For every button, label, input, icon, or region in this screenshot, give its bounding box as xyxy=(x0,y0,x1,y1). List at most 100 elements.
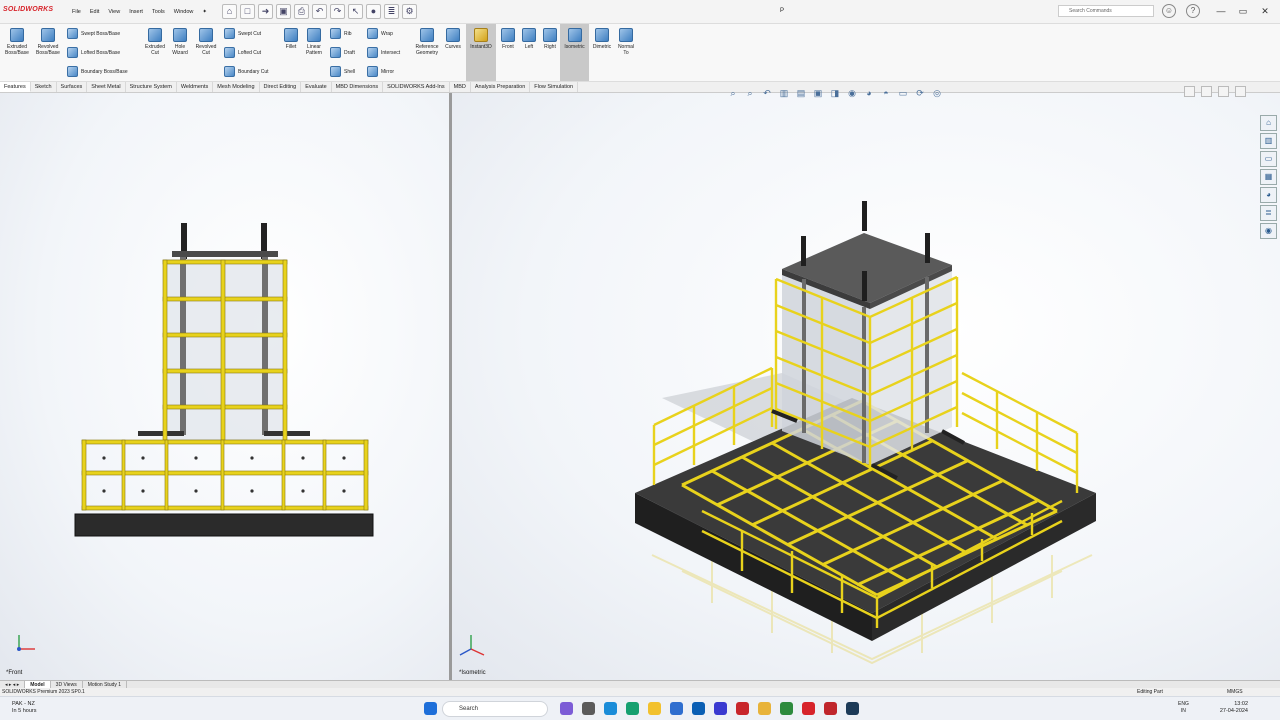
tab-direct-editing[interactable]: Direct Editing xyxy=(260,82,302,92)
minimize-icon[interactable]: — xyxy=(1214,4,1228,18)
draft-button[interactable]: Draft xyxy=(330,47,355,58)
store-icon[interactable] xyxy=(692,702,705,715)
design-library-icon[interactable]: ▥ xyxy=(1260,133,1277,149)
hide-show-icon[interactable]: ◉ xyxy=(845,86,859,100)
previous-view-icon[interactable]: ↶ xyxy=(760,86,774,100)
lofted-boss-button[interactable]: Lofted Boss/Base xyxy=(67,47,120,58)
menu-file[interactable]: File xyxy=(72,9,81,15)
intersect-button[interactable]: Intersect xyxy=(367,47,400,58)
forum-icon[interactable]: ◉ xyxy=(1260,223,1277,239)
dynamic-annotation-icon[interactable]: ▤ xyxy=(794,86,808,100)
appearances-icon[interactable]: ◕ xyxy=(1260,187,1277,203)
left-view-button[interactable]: Left xyxy=(520,28,538,50)
status-units[interactable]: MMGS xyxy=(1227,688,1243,696)
mirror-button[interactable]: Mirror xyxy=(367,66,394,77)
home-icon[interactable]: ⌂ xyxy=(222,4,237,19)
start-icon[interactable] xyxy=(424,702,437,715)
menu-view[interactable]: View xyxy=(108,9,120,15)
new-icon[interactable]: □ xyxy=(240,4,255,19)
hole-wizard-button[interactable]: Hole Wizard xyxy=(168,28,192,56)
tab-3d-views[interactable]: 3D Views xyxy=(51,681,83,688)
acrobat-icon[interactable] xyxy=(824,702,837,715)
file-explorer-icon[interactable]: ▭ xyxy=(1260,151,1277,167)
boundary-cut-button[interactable]: Boundary Cut xyxy=(224,66,269,77)
viewport-maximize-icon[interactable] xyxy=(1218,86,1229,97)
terminal-icon[interactable] xyxy=(846,702,859,715)
instant3d-button[interactable]: Instant3D xyxy=(466,24,496,81)
viewport-restore-icon[interactable] xyxy=(1184,86,1195,97)
swept-cut-button[interactable]: Swept Cut xyxy=(224,28,261,39)
user-icon[interactable]: ☺ xyxy=(1162,4,1176,18)
menu-window[interactable]: Window xyxy=(174,9,194,15)
tab-features[interactable]: Features xyxy=(0,82,31,92)
menu-insert[interactable]: Insert xyxy=(129,9,143,15)
solidworks-taskbar-icon[interactable] xyxy=(802,702,815,715)
tab-sheet-metal[interactable]: Sheet Metal xyxy=(87,82,126,92)
tab-evaluate[interactable]: Evaluate xyxy=(301,82,332,92)
edge-icon[interactable] xyxy=(604,702,617,715)
zoom-to-fit-icon[interactable]: ⌕ xyxy=(726,86,740,100)
custom-properties-icon[interactable]: ≣ xyxy=(1260,205,1277,221)
rotate-icon[interactable]: ⟳ xyxy=(913,86,927,100)
fillet-button[interactable]: Fillet xyxy=(282,28,300,50)
pin-icon[interactable]: ✦ xyxy=(202,9,207,15)
revolved-cut-button[interactable]: Revolved Cut xyxy=(193,28,219,56)
print-icon[interactable]: ⎙ xyxy=(294,4,309,19)
curves-button[interactable]: Curves xyxy=(443,28,463,50)
file-explorer-taskbar-icon[interactable] xyxy=(648,702,661,715)
weather-widget[interactable]: PAK - NZ In 5 hours xyxy=(12,701,36,715)
dimetric-view-button[interactable]: Dimetric xyxy=(590,28,614,50)
tab-surfaces[interactable]: Surfaces xyxy=(57,82,88,92)
maximize-icon[interactable]: ▭ xyxy=(1236,4,1250,18)
boundary-boss-button[interactable]: Boundary Boss/Base xyxy=(67,66,128,77)
extruded-boss-button[interactable]: Extruded Boss/Base xyxy=(3,28,31,56)
tab-flow-simulation[interactable]: Flow Simulation xyxy=(530,82,579,92)
tab-mbd-dimensions[interactable]: MBD Dimensions xyxy=(332,82,384,92)
view-orientation-icon[interactable]: ▣ xyxy=(811,86,825,100)
excel-icon[interactable] xyxy=(780,702,793,715)
help-icon[interactable]: ? xyxy=(1186,4,1200,18)
close-icon[interactable]: ✕ xyxy=(1258,4,1272,18)
tab-mbd[interactable]: MBD xyxy=(450,82,471,92)
appearance-icon[interactable]: ◕ xyxy=(862,86,876,100)
tab-structure-system[interactable]: Structure System xyxy=(126,82,177,92)
tab-scroll-arrows[interactable]: ◂ ▸ ◂ ▸ xyxy=(0,681,26,688)
copilot-icon[interactable] xyxy=(560,702,573,715)
zoom-area-icon[interactable]: ⌕ xyxy=(743,86,757,100)
swept-boss-button[interactable]: Swept Boss/Base xyxy=(67,28,120,39)
reference-geometry-button[interactable]: Reference Geometry xyxy=(412,28,442,56)
options-icon[interactable]: ⚙ xyxy=(402,4,417,19)
app-b-icon[interactable] xyxy=(714,702,727,715)
tab-solidworks-addins[interactable]: SOLIDWORKS Add-Ins xyxy=(383,82,450,92)
tab-weldments[interactable]: Weldments xyxy=(177,82,214,92)
mail-icon[interactable] xyxy=(670,702,683,715)
taskbar-search[interactable]: Search xyxy=(442,701,548,717)
section-view-icon[interactable]: ▥ xyxy=(777,86,791,100)
right-view-button[interactable]: Right xyxy=(541,28,559,50)
lofted-cut-button[interactable]: Lofted Cut xyxy=(224,47,261,58)
redo-icon[interactable]: ↷ xyxy=(330,4,345,19)
task-view-icon[interactable] xyxy=(582,702,595,715)
view-settings-icon[interactable]: ▭ xyxy=(896,86,910,100)
menu-edit[interactable]: Edit xyxy=(90,9,99,15)
realview-icon[interactable]: ◎ xyxy=(930,86,944,100)
open-icon[interactable]: ➜ xyxy=(258,4,273,19)
revolved-boss-button[interactable]: Revolved Boss/Base xyxy=(33,28,63,56)
front-view-button[interactable]: Front xyxy=(499,28,517,50)
search-commands-input[interactable]: Search Commands xyxy=(1058,5,1154,17)
save-icon[interactable]: ▣ xyxy=(276,4,291,19)
scene-icon[interactable]: ◓ xyxy=(879,86,893,100)
tab-model[interactable]: Model xyxy=(25,681,51,688)
language-indicator[interactable]: ENG IN xyxy=(1178,701,1189,715)
select-icon[interactable]: ↖ xyxy=(348,4,363,19)
app-red-icon[interactable] xyxy=(736,702,749,715)
app-n-icon[interactable] xyxy=(626,702,639,715)
wrap-button[interactable]: Wrap xyxy=(367,28,393,39)
chrome-icon[interactable] xyxy=(758,702,771,715)
tab-sketch[interactable]: Sketch xyxy=(31,82,57,92)
viewport-tile-icon[interactable] xyxy=(1201,86,1212,97)
tab-mesh-modeling[interactable]: Mesh Modeling xyxy=(213,82,260,92)
rebuild-icon[interactable]: ● xyxy=(366,4,381,19)
solidworks-resources-icon[interactable]: ⌂ xyxy=(1260,115,1277,131)
tab-motion-study[interactable]: Motion Study 1 xyxy=(83,681,128,688)
